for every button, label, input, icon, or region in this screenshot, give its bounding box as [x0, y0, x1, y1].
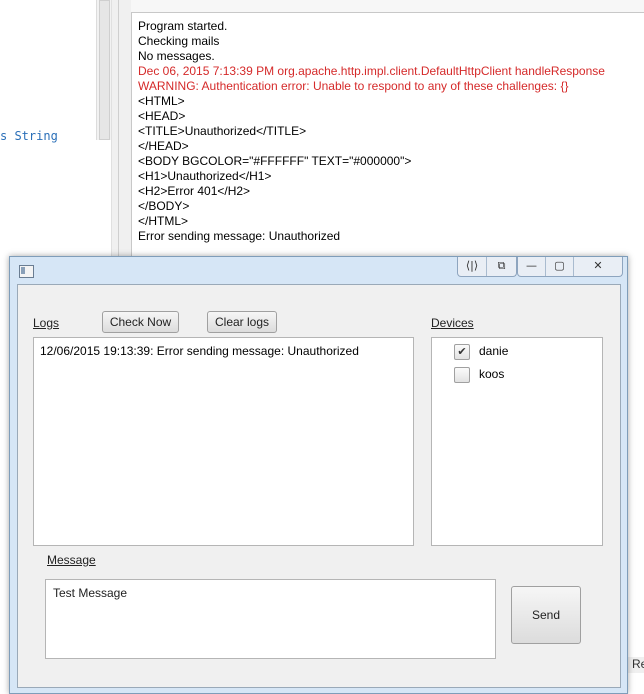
aero-peek-icon: ⟨|⟩: [465, 259, 479, 272]
logs-label: Logs: [33, 316, 60, 330]
window-content: Logs Check Now Clear logs 12/06/2015 19:…: [17, 284, 621, 688]
code-fragment: s String: [0, 129, 58, 143]
pin-button[interactable]: ⧉: [487, 257, 516, 276]
device-checkbox-koos[interactable]: [454, 367, 470, 383]
pin-icon: ⧉: [497, 259, 506, 272]
message-label: Message: [47, 553, 96, 567]
device-name: koos: [479, 367, 505, 381]
console-line: <HTML>: [138, 94, 185, 108]
device-checkbox-danie[interactable]: ✔: [454, 344, 470, 360]
close-icon: ✕: [593, 259, 603, 272]
console-line: Error sending message: Unauthorized: [138, 229, 341, 243]
console-line: <H1>Unauthorized</H1>: [138, 169, 272, 183]
console-line: </HEAD>: [138, 139, 189, 153]
console-line: <H2>Error 401</H2>: [138, 184, 251, 198]
devices-label: Devices: [431, 316, 474, 330]
console-line: </HTML>: [138, 214, 189, 228]
message-textarea[interactable]: Test Message: [45, 579, 496, 659]
title-bar[interactable]: ⟨|⟩ ⧉ — ▢ ✕: [10, 257, 627, 283]
window-controls: — ▢ ✕: [517, 257, 623, 277]
log-entry: 12/06/2015 19:13:39: Error sending messa…: [40, 344, 359, 358]
devices-list[interactable]: ✔ danie koos: [431, 337, 603, 546]
aero-peek-button[interactable]: ⟨|⟩: [458, 257, 487, 276]
maximize-icon: ▢: [554, 259, 565, 272]
editor-scrollbar-thumb[interactable]: [99, 0, 110, 140]
clear-logs-button[interactable]: Clear logs: [207, 311, 277, 333]
console-error-line: WARNING: Authentication error: Unable to…: [138, 79, 569, 93]
console-line: Program started.: [138, 19, 228, 33]
console-lines: Program started. Checking mails No message…: [138, 19, 605, 244]
maximize-button[interactable]: ▢: [546, 257, 574, 276]
ide-divider-line: [118, 0, 119, 260]
console-line: No messages.: [138, 49, 215, 63]
console-error-line: Dec 06, 2015 7:13:39 PM org.apache.http.…: [138, 64, 605, 78]
console-line: <TITLE>Unauthorized</TITLE>: [138, 124, 307, 138]
minimize-button[interactable]: —: [518, 257, 546, 276]
device-name: danie: [479, 344, 509, 358]
console-output[interactable]: Program started. Checking mails No message…: [131, 13, 644, 273]
editor-scrollbar[interactable]: [96, 0, 112, 140]
console-toolbar: [131, 0, 644, 13]
checkmark-icon: ✔: [457, 346, 467, 358]
minimize-icon: —: [526, 259, 537, 272]
console-line: <BODY BGCOLOR="#FFFFFF" TEXT="#000000">: [138, 154, 412, 168]
app-window-icon[interactable]: [19, 265, 34, 278]
title-extra-buttons: ⟨|⟩ ⧉: [457, 257, 517, 277]
console-line: Checking mails: [138, 34, 220, 48]
console-line: </BODY>: [138, 199, 190, 213]
logs-list[interactable]: 12/06/2015 19:13:39: Error sending messa…: [33, 337, 414, 546]
close-button[interactable]: ✕: [574, 257, 622, 276]
app-window: ⟨|⟩ ⧉ — ▢ ✕ Logs Check Now Clear logs 12…: [9, 256, 628, 694]
send-button[interactable]: Send: [511, 586, 581, 644]
console-line: <HEAD>: [138, 109, 186, 123]
check-now-button[interactable]: Check Now: [102, 311, 179, 333]
